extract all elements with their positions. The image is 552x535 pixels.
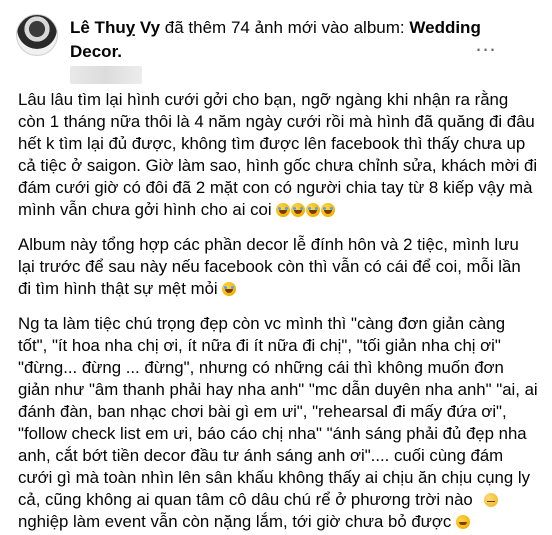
facebook-post: Lê Thuỵ Vy đã thêm 74 ảnh mới vào album:… [0, 0, 552, 535]
author-name[interactable]: Lê Thuỵ Vy [70, 18, 160, 37]
paragraph-3-text: Ng ta làm tiệc chú trọng đẹp còn vc mình… [18, 314, 538, 509]
post-meta-blurred [70, 66, 142, 84]
paragraph-2: Album này tổng hợp các phần decor lễ đín… [18, 234, 538, 300]
more-icon: … [474, 31, 498, 56]
post-content: Lâu lâu tìm lại hình cưới gởi cho bạn, n… [18, 89, 538, 533]
laughing-crying-face-icon [321, 203, 336, 217]
more-button[interactable]: … [474, 32, 498, 56]
downcast-sweat-face-icon [484, 493, 499, 507]
action-text: đã thêm 74 ảnh mới vào album: [164, 18, 405, 37]
grinning-face-icon [455, 515, 470, 529]
paragraph-1-text: Lâu lâu tìm lại hình cưới gởi cho bạn, n… [18, 90, 538, 219]
laughing-crying-face-icon [222, 282, 237, 296]
laughing-crying-face-icon [306, 203, 321, 217]
laughing-crying-face-icon [291, 203, 306, 217]
paragraph-2-text: Album này tổng hợp các phần decor lễ đín… [18, 235, 521, 298]
paragraph-3-end-text: nghiệp làm event vẫn còn nặng lắm, tới g… [18, 512, 452, 531]
post-header: Lê Thuỵ Vy đã thêm 74 ảnh mới vào album:… [16, 14, 512, 84]
author-line: Lê Thuỵ Vy đã thêm 74 ảnh mới vào album:… [70, 16, 510, 64]
paragraph-3: Ng ta làm tiệc chú trọng đẹp còn vc mình… [18, 313, 538, 533]
laughing-crying-face-icon [276, 203, 291, 217]
paragraph-1: Lâu lâu tìm lại hình cưới gởi cho bạn, n… [18, 89, 538, 221]
avatar[interactable] [16, 14, 58, 56]
